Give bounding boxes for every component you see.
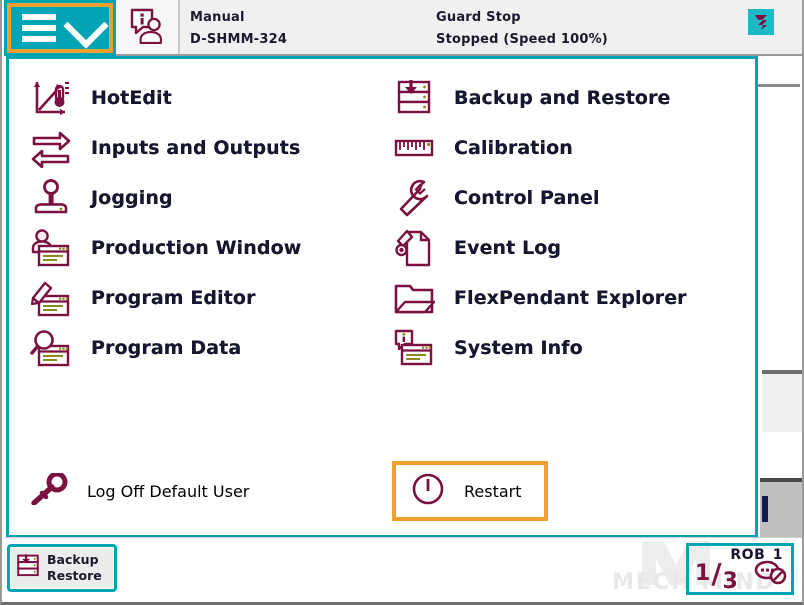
control-panel-wrench-icon bbox=[392, 177, 436, 219]
menu-item-label: System Info bbox=[454, 337, 583, 359]
abb-main-menu-panel: HotEdit Inputs and Outputs Jogging Produ… bbox=[6, 56, 758, 538]
jogging-joystick-icon bbox=[29, 177, 73, 219]
menu-item-flexpendant-explorer[interactable]: FlexPendant Explorer bbox=[392, 273, 755, 323]
menu-item-label: Event Log bbox=[454, 237, 562, 259]
menu-item-program-data[interactable]: Program Data bbox=[29, 323, 382, 373]
controller-name-text: D-SHMM-324 bbox=[190, 32, 288, 47]
status-controller-block: Manual D-SHMM-324 bbox=[180, 0, 436, 54]
program-data-icon bbox=[29, 327, 73, 369]
operator-info-icon bbox=[130, 8, 162, 45]
menu-item-jogging[interactable]: Jogging bbox=[29, 173, 382, 223]
menu-item-label: FlexPendant Explorer bbox=[454, 287, 687, 309]
application-root: Manual D-SHMM-324 Guard Stop Stopped (Sp… bbox=[0, 0, 804, 605]
stopped-program-glyph bbox=[755, 15, 767, 30]
page-separator: / bbox=[711, 557, 722, 590]
menu-item-label: HotEdit bbox=[91, 87, 172, 109]
taskbar-button-labels: Backup Restore bbox=[47, 552, 102, 584]
quickset-menu-icon bbox=[753, 558, 787, 590]
menu-item-label: Calibration bbox=[454, 137, 573, 159]
backup-restore-icon bbox=[392, 77, 436, 119]
menu-item-label: Control Panel bbox=[454, 187, 600, 209]
menu-item-backup-and-restore[interactable]: Backup and Restore bbox=[392, 73, 755, 123]
menu-item-system-info[interactable]: System Info bbox=[392, 323, 755, 373]
hotedit-icon bbox=[29, 77, 73, 119]
folder-icon bbox=[392, 277, 436, 319]
chevron-down-icon bbox=[63, 3, 109, 49]
power-restart-icon bbox=[410, 471, 446, 511]
hamburger-icon bbox=[22, 14, 56, 42]
menu-item-production-window[interactable]: Production Window bbox=[29, 223, 382, 273]
menu-item-event-log[interactable]: Event Log bbox=[392, 223, 755, 273]
menu-item-label: Backup and Restore bbox=[454, 87, 671, 109]
menu-item-restart[interactable]: Restart bbox=[392, 461, 548, 521]
menu-item-label: Program Editor bbox=[91, 287, 256, 309]
menu-column-right: Backup and Restore Calibration Control P… bbox=[382, 59, 755, 373]
menu-column-left: HotEdit Inputs and Outputs Jogging Produ… bbox=[9, 59, 382, 373]
menu-item-label: Inputs and Outputs bbox=[91, 137, 301, 159]
stopped-program-icon[interactable] bbox=[748, 9, 774, 35]
status-state-block: Guard Stop Stopped (Speed 100%) bbox=[436, 0, 802, 54]
status-bar: Manual D-SHMM-324 Guard Stop Stopped (Sp… bbox=[4, 0, 802, 56]
menu-item-inputs-and-outputs[interactable]: Inputs and Outputs bbox=[29, 123, 382, 173]
background-panel bbox=[762, 370, 802, 432]
menu-item-label: Program Data bbox=[91, 337, 242, 359]
menu-item-label: Log Off Default User bbox=[87, 481, 250, 501]
menu-bottom-row: Log Off Default User Restart bbox=[9, 461, 755, 521]
menu-item-log-off[interactable]: Log Off Default User bbox=[9, 464, 382, 518]
key-icon bbox=[29, 471, 69, 509]
menu-item-hotedit[interactable]: HotEdit bbox=[29, 73, 382, 123]
system-info-icon bbox=[392, 327, 436, 369]
production-window-icon bbox=[29, 227, 73, 269]
menu-item-label: Jogging bbox=[91, 187, 173, 209]
menu-item-label: Restart bbox=[464, 481, 522, 501]
page-numerator: 1 bbox=[695, 561, 711, 586]
taskbar-button-backup-restore[interactable]: Backup Restore bbox=[7, 544, 117, 592]
operating-mode-text: Manual bbox=[190, 10, 245, 25]
taskbar-button-line1: Backup bbox=[47, 552, 99, 567]
page-denominator: 3 bbox=[722, 569, 738, 594]
taskbar-button-line2: Restore bbox=[47, 568, 102, 583]
abb-main-menu-button[interactable] bbox=[4, 0, 116, 56]
inputs-outputs-icon bbox=[29, 127, 73, 169]
restart-container: Restart bbox=[382, 461, 755, 521]
menu-item-calibration[interactable]: Calibration bbox=[392, 123, 755, 173]
background-grey-panel bbox=[760, 478, 802, 538]
window-frame: Manual D-SHMM-324 Guard Stop Stopped (Sp… bbox=[0, 0, 804, 605]
backup-restore-icon bbox=[15, 552, 41, 584]
taskbar: Backup Restore MECH MIND ROB_1 1/3 bbox=[4, 537, 802, 599]
quickset-robot-panel[interactable]: ROB_1 1/3 bbox=[686, 543, 794, 595]
quickset-page-indicator: 1/3 bbox=[695, 557, 738, 593]
menu-item-control-panel[interactable]: Control Panel bbox=[392, 173, 755, 223]
event-log-icon bbox=[392, 227, 436, 269]
calibration-ruler-icon bbox=[392, 127, 436, 169]
program-editor-icon bbox=[29, 277, 73, 319]
menu-item-label: Production Window bbox=[91, 237, 302, 259]
operator-info-button[interactable] bbox=[116, 0, 180, 54]
menu-columns: HotEdit Inputs and Outputs Jogging Produ… bbox=[9, 59, 755, 373]
menu-item-program-editor[interactable]: Program Editor bbox=[29, 273, 382, 323]
